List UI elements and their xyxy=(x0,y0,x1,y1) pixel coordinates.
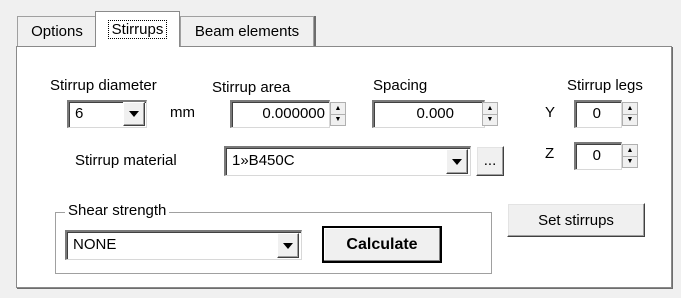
spin-down-icon[interactable]: ▼ xyxy=(623,155,637,168)
shear-strength-value: NONE xyxy=(73,236,117,253)
legs-y-value: 0 xyxy=(592,105,601,122)
stirrup-diameter-value: 6 xyxy=(75,105,84,122)
spin-down-icon[interactable]: ▼ xyxy=(623,113,637,126)
stirrup-material-select[interactable]: 1»B450C xyxy=(224,146,471,176)
material-browse-label: ... xyxy=(483,152,497,169)
stirrup-area-value: 0.000000 xyxy=(262,105,325,122)
legs-z-value: 0 xyxy=(592,147,601,164)
spin-up-icon[interactable]: ▲ xyxy=(623,103,637,114)
set-stirrups-button[interactable]: Set stirrups xyxy=(507,203,645,237)
stirrup-material-label: Stirrup material xyxy=(75,152,177,169)
stirrup-diameter-unit: mm xyxy=(170,104,195,121)
stirrup-diameter-dropdown-button[interactable] xyxy=(123,102,145,126)
stirrup-area-input[interactable]: 0.000000 xyxy=(230,100,330,128)
tab-options-label: Options xyxy=(31,23,83,40)
tab-options[interactable]: Options xyxy=(17,16,97,46)
set-stirrups-label: Set stirrups xyxy=(538,211,614,229)
chevron-down-icon xyxy=(129,111,139,117)
stirrup-material-dropdown-button[interactable] xyxy=(446,149,468,174)
legs-y-input[interactable]: 0 xyxy=(574,100,622,128)
spin-up-icon[interactable]: ▲ xyxy=(331,103,345,114)
legs-y-spinner[interactable]: ▲ ▼ xyxy=(622,102,638,126)
stirrup-area-label: Stirrup area xyxy=(212,79,291,96)
stirrup-material-value: 1»B450C xyxy=(232,152,295,169)
spacing-value: 0.000 xyxy=(416,105,454,122)
chevron-down-icon xyxy=(452,158,462,165)
shear-strength-legend: Shear strength xyxy=(65,202,170,219)
tab-stirrups[interactable]: Stirrups xyxy=(95,11,180,47)
spin-down-icon[interactable]: ▼ xyxy=(331,113,345,126)
material-browse-button[interactable]: ... xyxy=(476,146,504,176)
calculate-button[interactable]: Calculate xyxy=(322,226,442,263)
legs-z-label: Z xyxy=(545,145,555,162)
spacing-spinner[interactable]: ▲ ▼ xyxy=(482,102,498,126)
spacing-input[interactable]: 0.000 xyxy=(372,100,485,128)
legs-y-label: Y xyxy=(545,104,556,121)
shear-strength-select[interactable]: NONE xyxy=(65,230,302,260)
tab-beam-elements[interactable]: Beam elements xyxy=(180,16,314,46)
calculate-button-label: Calculate xyxy=(346,235,418,253)
spin-up-icon[interactable]: ▲ xyxy=(483,103,497,114)
legs-z-spinner[interactable]: ▲ ▼ xyxy=(622,144,638,168)
spin-up-icon[interactable]: ▲ xyxy=(623,145,637,156)
shear-strength-dropdown-button[interactable] xyxy=(277,233,299,258)
tab-beam-elements-label: Beam elements xyxy=(194,23,300,40)
stirrup-area-spinner[interactable]: ▲ ▼ xyxy=(330,102,346,126)
tab-stirrups-label: Stirrups xyxy=(107,20,168,39)
spacing-label: Spacing xyxy=(373,77,428,94)
spin-down-icon[interactable]: ▼ xyxy=(483,113,497,126)
legs-z-input[interactable]: 0 xyxy=(574,142,622,170)
stirrup-legs-label: Stirrup legs xyxy=(567,77,643,94)
chevron-down-icon xyxy=(283,242,293,249)
stirrup-diameter-label: Stirrup diameter xyxy=(50,77,157,94)
